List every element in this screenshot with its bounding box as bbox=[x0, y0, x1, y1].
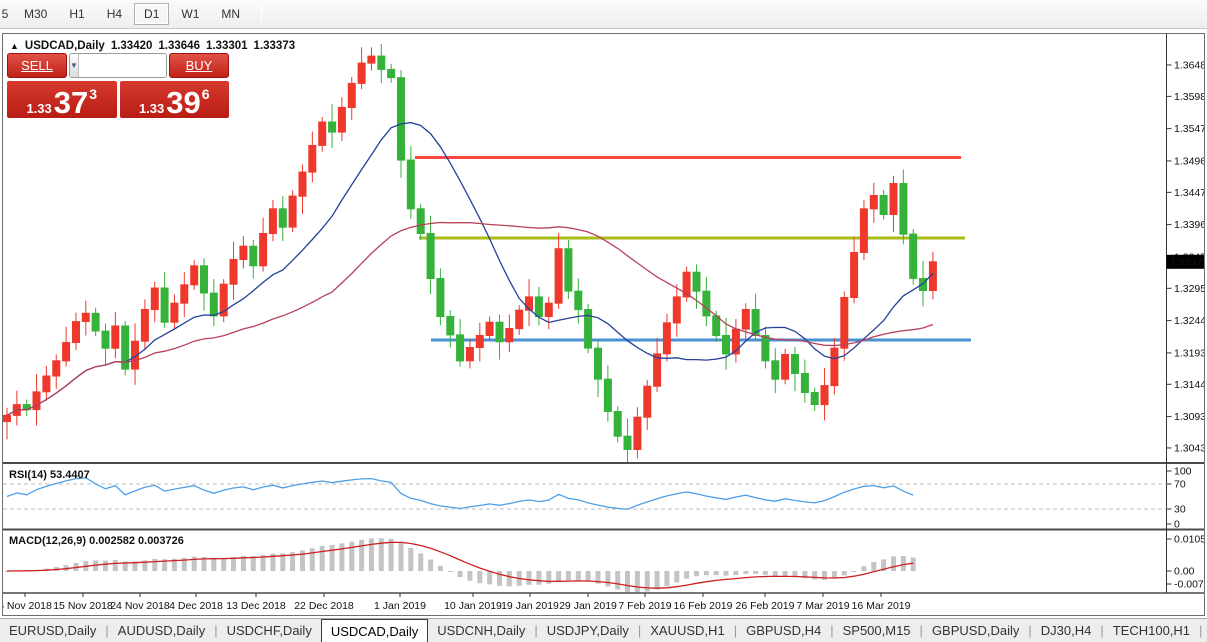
timeframe-button-m30[interactable]: M30 bbox=[14, 3, 57, 25]
ohlc-high: 1.33646 bbox=[158, 40, 200, 52]
svg-text:10 Jan 2019: 10 Jan 2019 bbox=[444, 600, 502, 612]
timeframe-buttons: 5M30H1H4D1W1MN bbox=[0, 3, 251, 25]
chart-tab-bar: EURUSD,Daily|AUDUSD,Daily|USDCHF,DailyUS… bbox=[0, 618, 1207, 642]
svg-text:1.34470: 1.34470 bbox=[1174, 187, 1204, 199]
volume-decrease-button[interactable]: ▼ bbox=[70, 54, 79, 77]
ask-price-sup: 6 bbox=[202, 86, 210, 102]
svg-text:30: 30 bbox=[1174, 504, 1186, 516]
svg-text:1.31935: 1.31935 bbox=[1174, 347, 1204, 359]
svg-text:1.32955: 1.32955 bbox=[1174, 283, 1204, 295]
svg-text:1 Jan 2019: 1 Jan 2019 bbox=[374, 600, 426, 612]
timeframe-button-h1[interactable]: H1 bbox=[59, 3, 94, 25]
chart-symbol-label: USDCAD,Daily bbox=[25, 40, 105, 52]
chart-tab-dj30-h4[interactable]: DJ30,H4 bbox=[1032, 619, 1101, 642]
svg-text:1.36480: 1.36480 bbox=[1174, 60, 1204, 72]
arrow-down-icon: ▼ bbox=[70, 61, 78, 70]
svg-text:7 Mar 2019: 7 Mar 2019 bbox=[796, 600, 849, 612]
toolbar-separator bbox=[261, 3, 262, 25]
svg-text:22 Dec 2018: 22 Dec 2018 bbox=[294, 600, 354, 612]
ohlc-close: 1.33373 bbox=[254, 40, 296, 52]
svg-text:MACD(12,26,9) 0.002582 0.00372: MACD(12,26,9) 0.002582 0.003726 bbox=[9, 535, 184, 547]
svg-text:24 Nov 2018: 24 Nov 2018 bbox=[110, 600, 170, 612]
svg-text:1.35985: 1.35985 bbox=[1174, 91, 1204, 103]
ask-price-box[interactable]: 1.33396 bbox=[120, 81, 230, 118]
svg-text:16 Feb 2019: 16 Feb 2019 bbox=[674, 600, 733, 612]
svg-text:26 Feb 2019: 26 Feb 2019 bbox=[736, 600, 795, 612]
ohlc-open: 1.33420 bbox=[111, 40, 153, 52]
svg-text:100: 100 bbox=[1174, 466, 1192, 478]
svg-text:1.30435: 1.30435 bbox=[1174, 442, 1204, 454]
chart-tab-ui[interactable]: UI bbox=[1202, 619, 1207, 642]
timeframe-button-d1[interactable]: D1 bbox=[134, 3, 169, 25]
sell-button[interactable]: SELL bbox=[7, 53, 67, 78]
svg-text:16 Mar 2019: 16 Mar 2019 bbox=[852, 600, 911, 612]
svg-text:0.00: 0.00 bbox=[1174, 566, 1195, 578]
svg-text:0.010525: 0.010525 bbox=[1174, 534, 1204, 546]
current-price-badge: 1.33373 bbox=[1167, 255, 1205, 269]
svg-text:1.33960: 1.33960 bbox=[1174, 219, 1204, 231]
date-axis: 6 Nov 201815 Nov 201824 Nov 20184 Dec 20… bbox=[3, 593, 911, 612]
chart-tab-xauusd-h1[interactable]: XAUUSD,H1 bbox=[641, 619, 733, 642]
chart-tab-tech100-h1[interactable]: TECH100,H1 bbox=[1104, 619, 1199, 642]
one-click-trading-panel: SELL ▼ ▲ BUY 1.33373 1.33396 bbox=[7, 53, 229, 118]
horizontal-level-lines[interactable] bbox=[415, 157, 971, 339]
svg-text:1.30930: 1.30930 bbox=[1174, 411, 1204, 423]
svg-text:7 Feb 2019: 7 Feb 2019 bbox=[618, 600, 671, 612]
ask-price-big: 39 bbox=[166, 90, 200, 115]
timeframe-button-h4[interactable]: H4 bbox=[97, 3, 132, 25]
svg-text:RSI(14) 53.4407: RSI(14) 53.4407 bbox=[9, 469, 90, 481]
buy-button[interactable]: BUY bbox=[169, 53, 229, 78]
chart-tab-sp500-m15[interactable]: SP500,M15 bbox=[834, 619, 920, 642]
chart-canvas[interactable]: 1.36480 1.35985 1.35475 1.34965 1.34470 1.339… bbox=[3, 34, 1204, 615]
svg-text:-0.0073: -0.0073 bbox=[1174, 579, 1204, 591]
bid-price-box[interactable]: 1.33373 bbox=[7, 81, 117, 118]
svg-text:19 Jan 2019: 19 Jan 2019 bbox=[501, 600, 559, 612]
ask-price-prefix: 1.33 bbox=[139, 102, 164, 115]
chart-tab-gbpusd-h4[interactable]: GBPUSD,H4 bbox=[737, 619, 830, 642]
svg-text:6 Nov 2018: 6 Nov 2018 bbox=[3, 600, 52, 612]
timeframe-button-5[interactable]: 5 bbox=[0, 3, 12, 25]
svg-text:1.32445: 1.32445 bbox=[1174, 315, 1204, 327]
macd-pane: 0.010525 0.00-0.0073 bbox=[5, 534, 1205, 592]
chart-tab-audusd-daily[interactable]: AUDUSD,Daily bbox=[109, 619, 214, 642]
svg-text:1.31440: 1.31440 bbox=[1174, 379, 1204, 391]
bid-price-big: 37 bbox=[54, 90, 88, 115]
ohlc-low: 1.33301 bbox=[206, 40, 248, 52]
trading-terminal: 5M30H1H4D1W1MN 1.36480 1.35985 1.35475 1.34… bbox=[0, 0, 1207, 642]
chart-window: 1.36480 1.35985 1.35475 1.34965 1.34470 1.339… bbox=[2, 33, 1205, 616]
svg-text:4 Dec 2018: 4 Dec 2018 bbox=[169, 600, 223, 612]
chart-tab-gbpusd-daily[interactable]: GBPUSD,Daily bbox=[923, 619, 1028, 642]
svg-text:0: 0 bbox=[1174, 519, 1180, 531]
timeframe-button-w1[interactable]: W1 bbox=[171, 3, 209, 25]
chart-tab-eurusd-daily[interactable]: EURUSD,Daily bbox=[0, 619, 105, 642]
chart-header: ▲ USDCAD,Daily 1.33420 1.33646 1.33301 1… bbox=[10, 40, 295, 52]
bid-price-prefix: 1.33 bbox=[26, 102, 51, 115]
chart-tab-usdchf-daily[interactable]: USDCHF,Daily bbox=[218, 619, 321, 642]
timeframe-toolbar: 5M30H1H4D1W1MN bbox=[0, 0, 1207, 29]
collapse-triangle-icon[interactable]: ▲ bbox=[10, 41, 19, 51]
svg-text:15 Nov 2018: 15 Nov 2018 bbox=[53, 600, 113, 612]
svg-text:1.33373: 1.33373 bbox=[1170, 256, 1204, 268]
svg-text:1.34965: 1.34965 bbox=[1174, 155, 1204, 167]
volume-stepper: ▼ ▲ bbox=[69, 53, 167, 78]
svg-text:1.35475: 1.35475 bbox=[1174, 123, 1204, 135]
chart-tab-usdjpy-daily[interactable]: USDJPY,Daily bbox=[538, 619, 638, 642]
timeframe-button-mn[interactable]: MN bbox=[211, 3, 250, 25]
bid-price-sup: 3 bbox=[89, 86, 97, 102]
svg-text:29 Jan 2019: 29 Jan 2019 bbox=[559, 600, 617, 612]
rsi-pane: 10070 30 0 bbox=[3, 466, 1192, 531]
volume-input[interactable] bbox=[79, 54, 167, 77]
chart-tab-usdcnh-daily[interactable]: USDCNH,Daily bbox=[428, 619, 534, 642]
svg-text:70: 70 bbox=[1174, 479, 1186, 491]
svg-text:13 Dec 2018: 13 Dec 2018 bbox=[226, 600, 286, 612]
chart-tab-usdcad-daily[interactable]: USDCAD,Daily bbox=[321, 619, 428, 642]
